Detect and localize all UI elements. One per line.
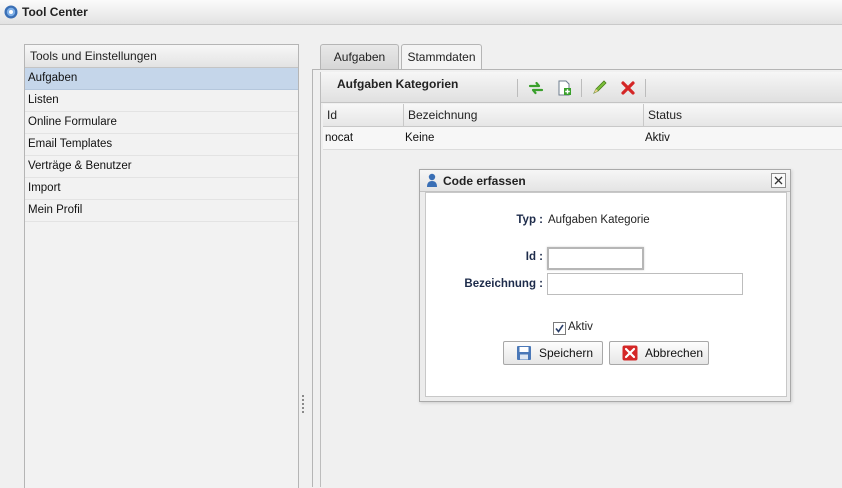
- content-left-border: [312, 69, 313, 487]
- panel-toolbar: Aufgaben Kategorien: [321, 72, 842, 103]
- sidebar-item-vertraege-benutzer[interactable]: Verträge & Benutzer: [25, 156, 298, 178]
- aktiv-checkbox[interactable]: [553, 322, 566, 335]
- typ-value: Aufgaben Kategorie: [548, 214, 650, 226]
- dialog-titlebar: Code erfassen: [420, 170, 790, 192]
- floppy-disk-icon: [517, 346, 531, 360]
- sidebar-item-email-templates[interactable]: Email Templates: [25, 134, 298, 156]
- save-button[interactable]: Speichern: [503, 341, 603, 365]
- tab-divider: [312, 69, 842, 70]
- panel-title: Aufgaben Kategorien: [337, 77, 459, 91]
- aktiv-label: Aktiv: [568, 321, 593, 333]
- window-titlebar: Tool Center: [0, 0, 842, 25]
- column-header-status[interactable]: Status: [644, 104, 838, 126]
- cell-id: nocat: [325, 132, 354, 144]
- splitter-handle[interactable]: [302, 395, 305, 415]
- grid-header: Id Bezeichnung Status: [323, 104, 842, 127]
- cancel-x-icon: [622, 345, 638, 361]
- new-document-icon[interactable]: [555, 79, 573, 97]
- bezeichnung-label: Bezeichnung :: [464, 278, 543, 290]
- refresh-icon[interactable]: [527, 79, 545, 97]
- dialog-title: Code erfassen: [443, 174, 526, 188]
- cancel-button[interactable]: Abbrechen: [609, 341, 709, 365]
- sidebar-item-listen[interactable]: Listen: [25, 90, 298, 112]
- sidebar-item-mein-profil[interactable]: Mein Profil: [25, 200, 298, 222]
- code-erfassen-dialog: Code erfassen Typ : Aufgaben Kategorie I…: [419, 169, 791, 402]
- id-input[interactable]: [547, 247, 644, 270]
- cell-bezeichnung: Keine: [405, 132, 435, 144]
- sidebar: Tools und Einstellungen Aufgaben Listen …: [24, 44, 299, 488]
- cancel-button-label: Abbrechen: [645, 346, 704, 360]
- id-label: Id :: [525, 251, 543, 263]
- column-header-id[interactable]: Id: [323, 104, 404, 126]
- typ-label: Typ :: [516, 214, 543, 226]
- tab-aufgaben[interactable]: Aufgaben: [320, 44, 399, 69]
- cell-status: Aktiv: [645, 132, 670, 144]
- close-icon[interactable]: [771, 173, 786, 188]
- sidebar-header: Tools und Einstellungen: [25, 45, 298, 68]
- column-header-bezeichnung[interactable]: Bezeichnung: [404, 104, 644, 126]
- toolbar-separator: [517, 79, 518, 97]
- window-title: Tool Center: [22, 5, 88, 19]
- table-row[interactable]: nocat Keine Aktiv: [323, 127, 842, 150]
- sidebar-item-aufgaben[interactable]: Aufgaben: [25, 68, 298, 90]
- save-button-label: Speichern: [539, 346, 594, 360]
- toolbar-separator: [581, 79, 582, 97]
- dialog-body: Typ : Aufgaben Kategorie Id : Bezeichnun…: [425, 192, 787, 397]
- checkmark-icon: [555, 324, 564, 333]
- sidebar-item-online-formulare[interactable]: Online Formulare: [25, 112, 298, 134]
- edit-pencil-icon[interactable]: [591, 79, 609, 97]
- bezeichnung-input[interactable]: [547, 273, 743, 295]
- sidebar-item-import[interactable]: Import: [25, 178, 298, 200]
- tab-stammdaten[interactable]: Stammdaten: [401, 44, 482, 70]
- toolbar-separator: [645, 79, 646, 97]
- gear-icon: [4, 5, 18, 19]
- delete-x-icon[interactable]: [619, 79, 637, 97]
- user-icon: [427, 173, 437, 187]
